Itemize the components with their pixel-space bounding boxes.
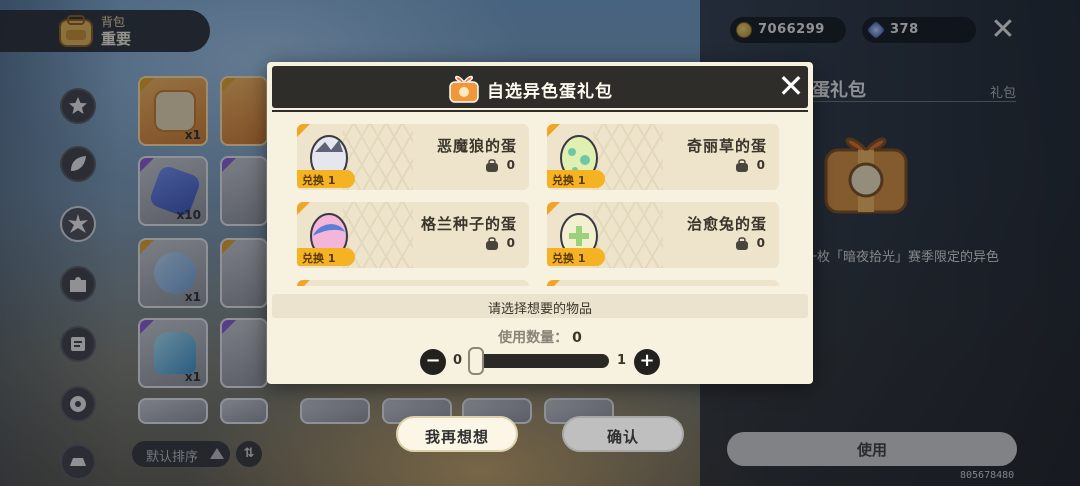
egg-option-card[interactable] [547,280,779,286]
confirm-button[interactable]: 确认 [562,416,684,452]
slider-min-label: 0 [453,353,463,368]
egg-option-card[interactable] [297,280,529,286]
exchange-label: 兑换 1 [552,174,586,187]
egg-name: 格兰种子的蛋 [420,215,517,233]
decrease-button[interactable]: − [420,349,446,375]
bag-owned-icon [486,237,498,250]
cancel-label: 我再想想 [424,428,489,446]
exchange-badge: 兑换 1 [547,170,605,188]
exchange-label: 兑换 1 [302,174,336,187]
egg-pack-dialog: 自选异色蛋礼包 ✕ 恶魔狼的蛋 0 兑换 1 奇丽草的蛋 0 兑换 1 格兰种子… [267,62,813,384]
quantity-row: 使用数量： 0 [267,327,813,347]
egg-option-card[interactable]: 奇丽草的蛋 0 兑换 1 [547,124,779,190]
exchange-badge: 兑换 1 [297,170,355,188]
dialog-title: 自选异色蛋礼包 [487,82,613,102]
bag-owned-icon [486,159,498,172]
quantity-slider[interactable] [471,354,609,368]
egg-option-card[interactable]: 格兰种子的蛋 0 兑换 1 [297,202,529,268]
egg-owned-count: 0 [756,236,765,250]
rarity-corner [547,280,560,286]
egg-owned-count: 0 [506,158,515,172]
dialog-header-rule [272,110,808,112]
quantity-label: 使用数量： [498,330,569,346]
dialog-close-button[interactable]: ✕ [775,70,807,103]
egg-owned-count: 0 [756,158,765,172]
egg-option-card[interactable]: 治愈兔的蛋 0 兑换 1 [547,202,779,268]
slider-thumb[interactable] [468,347,484,375]
prompt-text: 请选择想要的物品 [487,302,592,317]
egg-name: 治愈兔的蛋 [686,215,767,233]
bag-owned-icon [736,237,748,250]
rarity-corner [297,280,310,286]
egg-name: 奇丽草的蛋 [686,137,767,155]
selection-prompt: 请选择想要的物品 [272,294,808,318]
egg-option-list[interactable]: 恶魔狼的蛋 0 兑换 1 奇丽草的蛋 0 兑换 1 格兰种子的蛋 0 兑换 1 … [287,120,793,286]
exchange-label: 兑换 1 [552,252,586,265]
exchange-label: 兑换 1 [302,252,336,265]
cancel-button[interactable]: 我再想想 [396,416,518,452]
bag-owned-icon [736,159,748,172]
increase-button[interactable]: + [634,349,660,375]
gift-pack-icon [449,75,479,103]
exchange-badge: 兑换 1 [547,248,605,266]
egg-option-card[interactable]: 恶魔狼的蛋 0 兑换 1 [297,124,529,190]
exchange-badge: 兑换 1 [297,248,355,266]
quantity-value: 0 [572,330,582,346]
egg-owned-count: 0 [506,236,515,250]
egg-name: 恶魔狼的蛋 [436,137,517,155]
slider-max-label: 1 [617,353,627,368]
dialog-header: 自选异色蛋礼包 ✕ [272,66,808,108]
confirm-label: 确认 [606,428,639,446]
